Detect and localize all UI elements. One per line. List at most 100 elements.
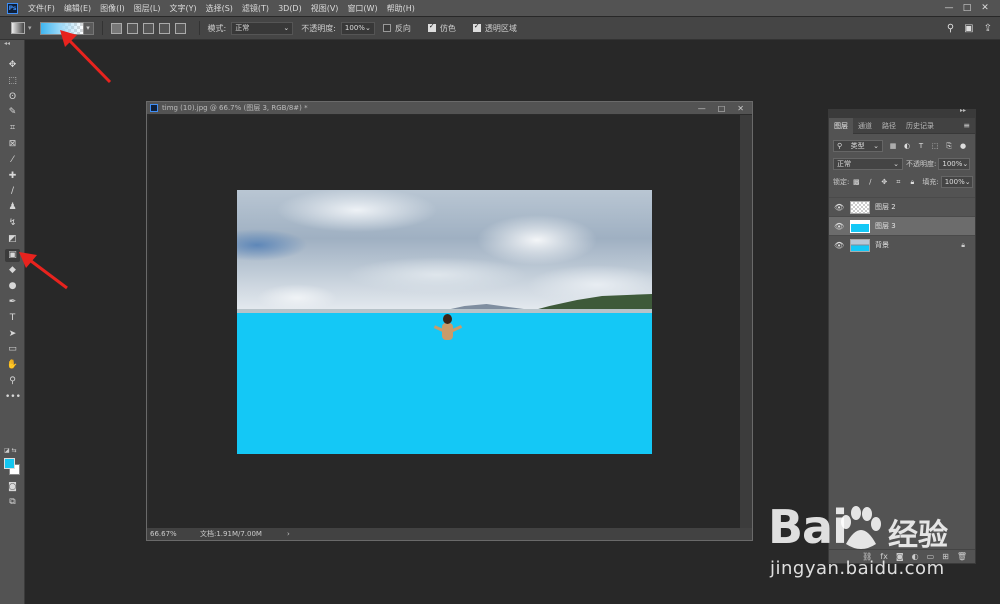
canvas-image[interactable] xyxy=(237,190,652,454)
document-minimize-button[interactable]: — xyxy=(698,104,706,113)
reverse-checkbox[interactable] xyxy=(382,24,391,32)
opacity-label: 不透明度: xyxy=(301,23,336,33)
pixel-filter-icon[interactable]: ▦ xyxy=(889,142,897,150)
reverse-option[interactable]: 反向 xyxy=(382,23,416,34)
layer-row-layer-2[interactable]: 👁︎ 图层 2 xyxy=(829,197,975,216)
rectangle-tool[interactable]: ▭ xyxy=(5,343,20,356)
radial-gradient-button[interactable] xyxy=(126,22,138,34)
fill-value: 100% xyxy=(944,178,965,186)
brush-tool[interactable]: ∕ xyxy=(5,185,20,198)
workspace-icon[interactable]: ▣ xyxy=(964,23,973,34)
marquee-tool[interactable]: ⬚ xyxy=(5,75,20,88)
close-button[interactable]: ✕ xyxy=(976,3,994,13)
layer-opacity-field[interactable]: 100% ⌄ xyxy=(938,158,971,170)
menu-window[interactable]: 窗口(W) xyxy=(347,3,377,14)
status-bar: 66.67% 文档:1.91M/7.00M › xyxy=(147,528,752,540)
eye-icon[interactable]: 👁︎ xyxy=(834,222,846,231)
reverse-label: 反向 xyxy=(394,23,411,33)
layer-row-background[interactable]: 👁︎ 背景 🔒︎ xyxy=(829,235,975,254)
lasso-tool[interactable]: ʘ xyxy=(5,91,20,104)
menu-filter[interactable]: 滤镜(T) xyxy=(242,3,269,14)
opacity-field[interactable]: 100% ⌄ xyxy=(340,21,375,35)
tool-preset-picker[interactable] xyxy=(11,22,25,34)
type-tool[interactable]: T xyxy=(5,312,20,325)
lock-all-icon[interactable]: 🔒︎ xyxy=(908,178,916,187)
fill-field[interactable]: 100% ⌄ xyxy=(940,176,973,188)
minimize-button[interactable]: — xyxy=(940,3,958,13)
document-info: 文档:1.91M/7.00M xyxy=(200,530,262,538)
pen-tool[interactable]: ✒ xyxy=(5,296,20,309)
filter-toggle-icon[interactable]: ● xyxy=(959,142,967,150)
mode-select[interactable]: 正常 ⌄ xyxy=(231,21,294,35)
menu-image[interactable]: 图像(I) xyxy=(100,3,125,14)
collapse-icon[interactable]: ◂◂ xyxy=(4,40,10,47)
history-brush-tool[interactable]: ↯ xyxy=(5,217,20,230)
shape-filter-icon[interactable]: ⬚ xyxy=(931,142,939,150)
document-window-controls: — □ ✕ xyxy=(698,102,744,114)
foreground-color-swatch[interactable] xyxy=(4,458,15,469)
type-filter-icon[interactable]: T xyxy=(917,142,925,150)
reflected-gradient-button[interactable] xyxy=(158,22,170,34)
share-icon[interactable]: ⇪ xyxy=(984,23,992,34)
panel-menu-icon[interactable]: ≡ xyxy=(963,121,970,130)
menu-view[interactable]: 视图(V) xyxy=(311,3,339,14)
more-tools[interactable]: ••• xyxy=(5,391,21,404)
tab-history[interactable]: 历史记录 xyxy=(901,118,939,134)
stamp-tool[interactable]: ♟ xyxy=(5,201,20,214)
layer-row-layer-3[interactable]: 👁︎ 图层 3 xyxy=(829,216,975,235)
lock-position-icon[interactable]: ✥ xyxy=(880,178,888,186)
lock-transparent-icon[interactable]: ▩ xyxy=(852,178,860,186)
menu-type[interactable]: 文字(Y) xyxy=(169,3,196,14)
adjustment-filter-icon[interactable]: ◐ xyxy=(903,142,911,150)
screen-mode-icon[interactable]: ⧉ xyxy=(5,496,20,509)
swap-colors-icon[interactable]: ◪ ⇆ xyxy=(4,447,17,454)
collapse-icon[interactable]: ▸▸ xyxy=(960,107,966,114)
path-select-tool[interactable]: ➤ xyxy=(5,328,20,341)
chevron-down-icon: ⌄ xyxy=(962,160,969,168)
menu-edit[interactable]: 编辑(E) xyxy=(64,3,91,14)
maximize-button[interactable]: □ xyxy=(958,3,976,13)
document-title-bar[interactable]: timg (10).jpg @ 66.7% (图层 3, RGB/8#) * —… xyxy=(147,102,752,114)
menu-help[interactable]: 帮助(H) xyxy=(387,3,415,14)
move-tool[interactable]: ✥ xyxy=(5,59,20,72)
menu-file[interactable]: 文件(F) xyxy=(28,3,55,14)
chevron-down-icon[interactable]: ▾ xyxy=(28,24,32,32)
frame-tool[interactable]: ⊠ xyxy=(5,138,20,151)
angle-gradient-button[interactable] xyxy=(142,22,154,34)
menu-3d[interactable]: 3D(D) xyxy=(278,4,302,13)
watermark-url: jingyan.baidu.com xyxy=(770,558,945,579)
dither-option[interactable]: 仿色 xyxy=(427,22,461,34)
dither-checkbox[interactable] xyxy=(427,22,436,32)
crop-tool[interactable]: ⌗ xyxy=(5,122,20,135)
transparency-option[interactable]: 透明区域 xyxy=(472,22,522,34)
hand-tool[interactable]: ✋ xyxy=(5,359,20,372)
healing-brush-tool[interactable]: ✚ xyxy=(5,170,20,183)
tab-channels[interactable]: 通道 xyxy=(853,118,877,134)
eraser-tool[interactable]: ◩ xyxy=(5,233,20,246)
tab-layers[interactable]: 图层 xyxy=(829,117,853,134)
quick-select-tool[interactable]: ✎ xyxy=(5,106,20,119)
eye-icon[interactable]: 👁︎ xyxy=(834,203,846,212)
zoom-tool[interactable]: ⚲ xyxy=(5,375,20,388)
menu-layer[interactable]: 图层(L) xyxy=(134,3,161,14)
search-icon[interactable]: ⚲ xyxy=(947,23,954,34)
document-maximize-button[interactable]: □ xyxy=(718,104,726,113)
document-ps-icon xyxy=(150,104,158,112)
layer-filter-select[interactable]: ⚲ 类型 ⌄ xyxy=(833,140,883,152)
transparency-checkbox[interactable] xyxy=(472,22,481,32)
lock-pixels-icon[interactable]: ∕ xyxy=(866,178,874,186)
menu-select[interactable]: 选择(S) xyxy=(206,3,233,14)
eyedropper-tool[interactable]: ⁄ xyxy=(5,154,20,167)
document-close-button[interactable]: ✕ xyxy=(737,104,744,113)
tab-paths[interactable]: 路径 xyxy=(877,118,901,134)
vertical-scrollbar[interactable] xyxy=(740,115,752,529)
diamond-gradient-button[interactable] xyxy=(174,22,186,34)
lock-label: 锁定: xyxy=(833,178,850,186)
blend-mode-select[interactable]: 正常 ⌄ xyxy=(833,158,903,170)
lock-artboard-icon[interactable]: ⌗ xyxy=(894,178,902,187)
chevron-right-icon[interactable]: › xyxy=(287,530,290,538)
zoom-readout[interactable]: 66.67% xyxy=(150,530,190,538)
quick-mask-icon[interactable]: ◙ xyxy=(5,481,20,494)
smart-object-filter-icon[interactable]: ⎘ xyxy=(945,142,953,151)
eye-icon[interactable]: 👁︎ xyxy=(834,241,846,250)
